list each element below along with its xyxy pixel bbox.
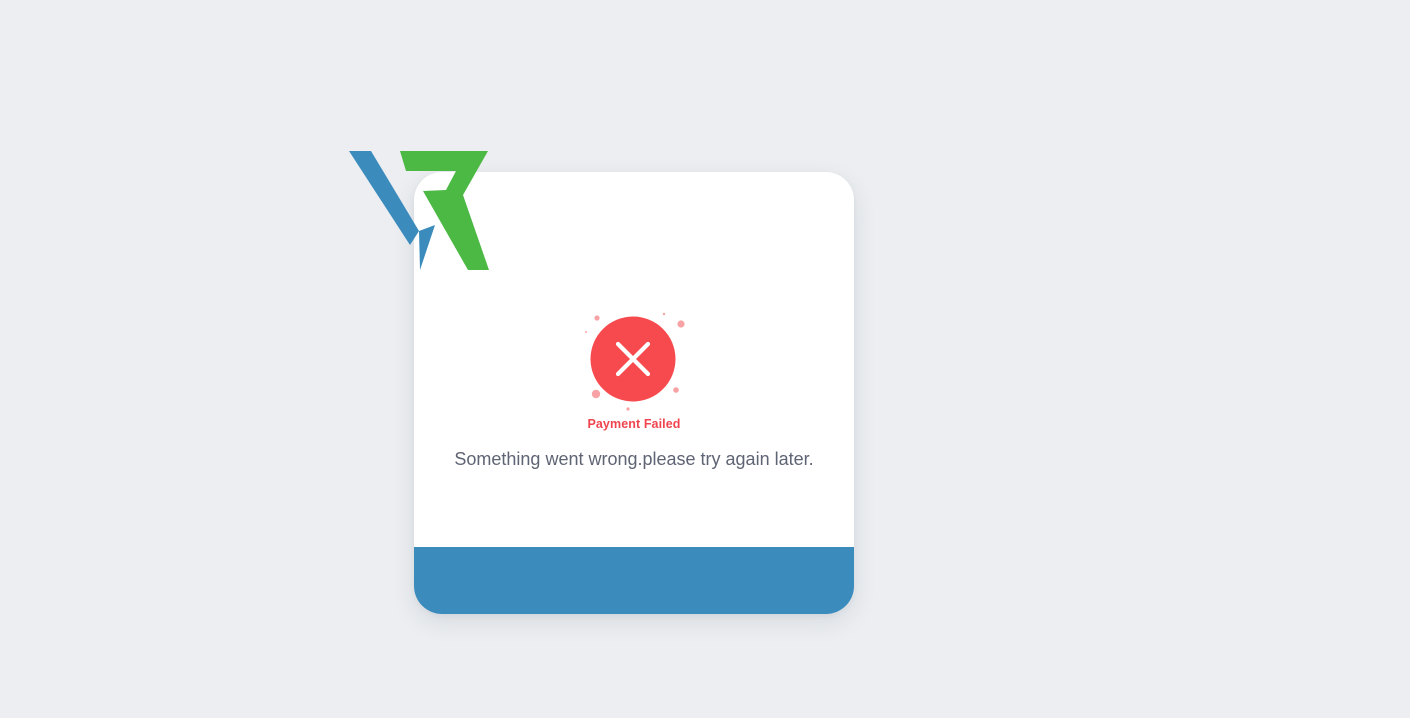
payment-failed-icon (583, 310, 687, 412)
vr-brand-logo-icon (349, 151, 489, 273)
payment-result-page: Payment Failed Something went wrong.plea… (0, 0, 1410, 718)
error-message: Something went wrong.please try again la… (454, 449, 814, 469)
card-footer-bar (414, 547, 854, 614)
payment-status-label: Payment Failed (587, 417, 681, 431)
